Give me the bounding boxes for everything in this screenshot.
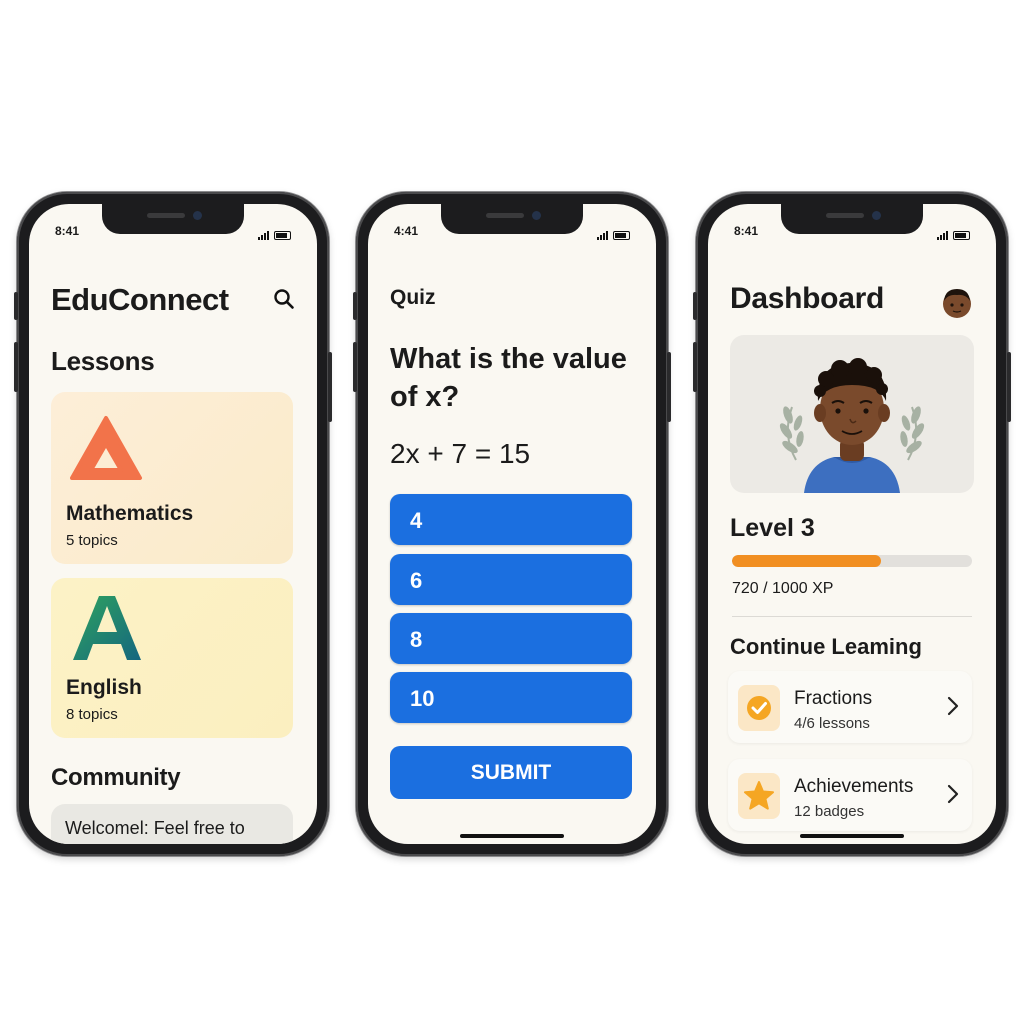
- check-circle-icon: [738, 685, 780, 731]
- lesson-title: English: [66, 676, 142, 699]
- lesson-title: Mathematics: [66, 502, 194, 525]
- answer-option[interactable]: 4: [390, 494, 632, 545]
- search-icon[interactable]: [273, 288, 295, 310]
- notch: [102, 204, 244, 234]
- item-subtitle: 4/6 lessons: [794, 715, 870, 732]
- divider: [732, 616, 972, 617]
- community-post-text: Welcomel: Feel free to: [65, 818, 245, 838]
- level-label: Level 3: [730, 514, 815, 542]
- phone-dashboard: 8:41 Dashboard Level 3 720 / 1000 XP Con…: [693, 192, 1011, 856]
- answer-option[interactable]: 8: [390, 613, 632, 664]
- continue-item-achievements[interactable]: Achievements 12 badges: [728, 759, 972, 831]
- answer-label: 4: [410, 508, 423, 533]
- chevron-right-icon: [947, 784, 959, 804]
- signal-icon: [937, 226, 949, 240]
- app-title: EduConnect: [51, 282, 229, 317]
- battery-icon: [274, 231, 291, 240]
- student-illustration: [779, 358, 925, 493]
- status-time: 8:41: [55, 224, 80, 238]
- battery-icon: [953, 231, 970, 240]
- lesson-topics: 8 topics: [66, 706, 118, 723]
- status-icons: [597, 226, 630, 240]
- continue-learning-heading: Continue Leaming: [730, 634, 922, 659]
- answer-label: 8: [410, 627, 423, 652]
- item-title: Fractions: [794, 688, 873, 709]
- star-icon: [738, 773, 780, 819]
- letter-a-icon: [73, 596, 141, 660]
- notch: [441, 204, 583, 234]
- chevron-right-icon: [947, 696, 959, 716]
- laurel-icon: [779, 406, 804, 461]
- home-indicator[interactable]: [460, 834, 564, 838]
- lesson-topics: 5 topics: [66, 532, 118, 549]
- status-time: 8:41: [734, 224, 759, 238]
- phone-lessons: 8:41 EduConnect Lessons Mathematics 5 to…: [14, 192, 332, 856]
- screen-dashboard: 8:41 Dashboard Level 3 720 / 1000 XP Con…: [708, 204, 996, 844]
- notch: [781, 204, 923, 234]
- answer-label: 10: [410, 686, 435, 711]
- quiz-equation: 2x + 7 = 15: [390, 438, 531, 469]
- profile-card: [730, 335, 974, 493]
- section-heading-community: Community: [51, 764, 181, 791]
- community-post[interactable]: Welcomel: Feel free to: [51, 804, 293, 844]
- xp-progress-bar: [732, 555, 972, 567]
- lesson-card-english[interactable]: English 8 topics: [51, 578, 293, 738]
- triangle-icon: [70, 416, 142, 480]
- answer-label: 6: [410, 568, 423, 593]
- xp-text: 720 / 1000 XP: [732, 580, 834, 597]
- signal-icon: [258, 226, 270, 240]
- phone-quiz: 4:41 Quiz What is the value of x? 2x + 7…: [353, 192, 671, 856]
- quiz-question: What is the value of x?: [390, 343, 627, 413]
- lesson-card-mathematics[interactable]: Mathematics 5 topics: [51, 392, 293, 564]
- battery-icon: [613, 231, 630, 240]
- quiz-header: Quiz: [390, 286, 436, 309]
- home-indicator[interactable]: [800, 834, 904, 838]
- continue-item-fractions[interactable]: Fractions 4/6 lessons: [728, 671, 972, 743]
- avatar[interactable]: [940, 286, 974, 320]
- screen-quiz: 4:41 Quiz What is the value of x? 2x + 7…: [368, 204, 656, 844]
- status-time: 4:41: [394, 224, 419, 238]
- section-heading-lessons: Lessons: [51, 346, 155, 376]
- answer-option[interactable]: 6: [390, 554, 632, 605]
- xp-progress-fill: [732, 555, 881, 567]
- signal-icon: [597, 226, 609, 240]
- screen-lessons: 8:41 EduConnect Lessons Mathematics 5 to…: [29, 204, 317, 844]
- answer-option[interactable]: 10: [390, 672, 632, 723]
- status-icons: [937, 226, 970, 240]
- status-icons: [258, 226, 291, 240]
- item-title: Achievements: [794, 776, 914, 797]
- submit-button[interactable]: SUBMIT: [390, 746, 632, 799]
- item-subtitle: 12 badges: [794, 803, 865, 820]
- dashboard-title: Dashboard: [730, 282, 884, 315]
